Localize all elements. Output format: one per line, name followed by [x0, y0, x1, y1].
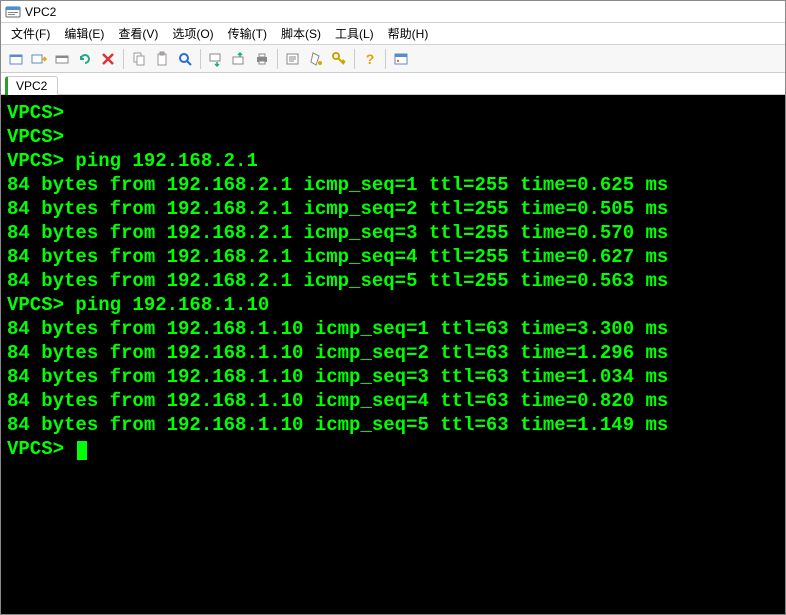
toolbar: ?	[1, 45, 785, 73]
toolbar-separator	[200, 49, 201, 69]
session-options-button[interactable]	[282, 48, 304, 70]
terminal-line: 84 bytes from 192.168.1.10 icmp_seq=2 tt…	[7, 341, 779, 365]
menu-scripts[interactable]: 脚本(S)	[275, 23, 327, 44]
menu-help[interactable]: 帮助(H)	[382, 23, 435, 44]
menu-transfer[interactable]: 传输(T)	[222, 23, 273, 44]
terminal-prompt-line: VPCS>	[7, 437, 779, 461]
paste-button[interactable]	[151, 48, 173, 70]
find-button[interactable]	[174, 48, 196, 70]
menubar: 文件(F) 编辑(E) 查看(V) 选项(O) 传输(T) 脚本(S) 工具(L…	[1, 23, 785, 45]
terminal-line: VPCS>	[7, 101, 779, 125]
copy-button[interactable]	[128, 48, 150, 70]
toolbar-separator	[277, 49, 278, 69]
send-button[interactable]	[205, 48, 227, 70]
terminal-line: 84 bytes from 192.168.2.1 icmp_seq=3 ttl…	[7, 221, 779, 245]
terminal-area[interactable]: VPCS>VPCS>VPCS> ping 192.168.2.184 bytes…	[1, 95, 785, 614]
menu-edit[interactable]: 编辑(E)	[58, 23, 110, 44]
terminal-line: 84 bytes from 192.168.1.10 icmp_seq=3 tt…	[7, 365, 779, 389]
terminal-line: VPCS> ping 192.168.1.10	[7, 293, 779, 317]
terminal-line: 84 bytes from 192.168.1.10 icmp_seq=1 tt…	[7, 317, 779, 341]
tabbar: VPC2	[1, 73, 785, 95]
quick-connect-button[interactable]	[28, 48, 50, 70]
help-button[interactable]: ?	[359, 48, 381, 70]
disconnect-button[interactable]	[97, 48, 119, 70]
script-button[interactable]	[305, 48, 327, 70]
tab-vpc2[interactable]: VPC2	[5, 76, 58, 95]
titlebar: VPC2	[1, 1, 785, 23]
terminal-line: 84 bytes from 192.168.2.1 icmp_seq=2 ttl…	[7, 197, 779, 221]
terminal-line: 84 bytes from 192.168.2.1 icmp_seq=5 ttl…	[7, 269, 779, 293]
menu-tools[interactable]: 工具(L)	[329, 23, 380, 44]
print-button[interactable]	[251, 48, 273, 70]
terminal-line: VPCS>	[7, 125, 779, 149]
session-manager-button[interactable]	[5, 48, 27, 70]
terminal-line: 84 bytes from 192.168.1.10 icmp_seq=5 tt…	[7, 413, 779, 437]
toolbar-separator	[385, 49, 386, 69]
terminal-line: 84 bytes from 192.168.2.1 icmp_seq=1 ttl…	[7, 173, 779, 197]
reconnect-button[interactable]	[74, 48, 96, 70]
toolbar-separator	[123, 49, 124, 69]
receive-button[interactable]	[228, 48, 250, 70]
menu-file[interactable]: 文件(F)	[5, 23, 56, 44]
menu-options[interactable]: 选项(O)	[166, 23, 219, 44]
about-button[interactable]	[390, 48, 412, 70]
toolbar-separator	[354, 49, 355, 69]
terminal-line: 84 bytes from 192.168.2.1 icmp_seq=4 ttl…	[7, 245, 779, 269]
app-icon	[5, 4, 21, 20]
window-title: VPC2	[25, 5, 56, 19]
connect-bar-button[interactable]	[51, 48, 73, 70]
key-button[interactable]	[328, 48, 350, 70]
svg-text:?: ?	[366, 51, 375, 67]
terminal-line: 84 bytes from 192.168.1.10 icmp_seq=4 tt…	[7, 389, 779, 413]
menu-view[interactable]: 查看(V)	[112, 23, 164, 44]
terminal-cursor	[77, 441, 87, 460]
terminal-line: VPCS> ping 192.168.2.1	[7, 149, 779, 173]
